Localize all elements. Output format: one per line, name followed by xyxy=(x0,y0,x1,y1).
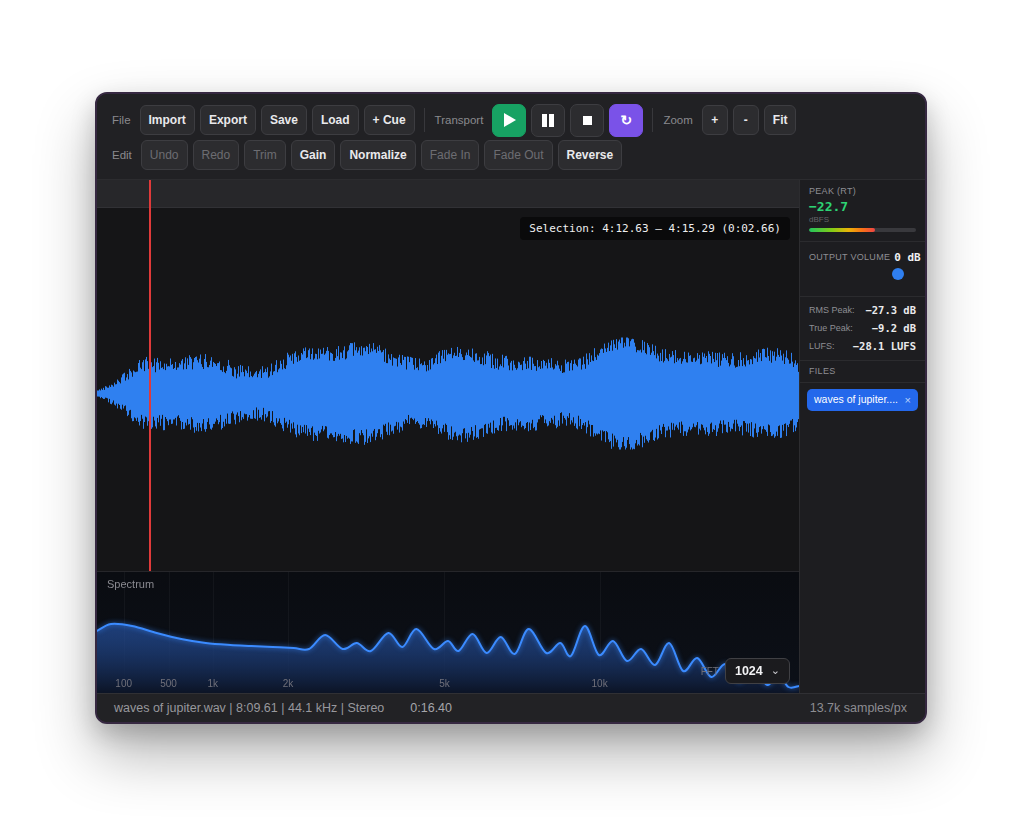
rms-peak-value: −27.3 dB xyxy=(865,305,916,317)
toolbar-row-file: File Import Export Save Load + Cue Trans… xyxy=(111,104,911,136)
editor-column: Selection: 4:12.63 – 4:15.29 (0:02.66) S… xyxy=(97,180,799,693)
peak-value: −22.7 xyxy=(809,200,916,214)
timeline-ruler[interactable] xyxy=(97,180,799,208)
undo-button[interactable]: Undo xyxy=(141,140,188,170)
gain-button[interactable]: Gain xyxy=(291,140,336,170)
status-bar: waves of jupiter.wav | 8:09.61 | 44.1 kH… xyxy=(97,693,925,722)
save-button[interactable]: Save xyxy=(261,105,307,135)
normalize-button[interactable]: Normalize xyxy=(340,140,415,170)
fft-size-value: 1024 xyxy=(735,664,763,678)
peak-meter-track xyxy=(809,228,916,232)
output-volume-section: OUTPUT VOLUME 0 dB xyxy=(800,242,925,297)
main-content: Selection: 4:12.63 – 4:15.29 (0:02.66) S… xyxy=(97,180,925,693)
fade-out-button[interactable]: Fade Out xyxy=(484,140,552,170)
loop-button[interactable]: ↻ xyxy=(609,104,643,137)
playback-time: 0:16.40 xyxy=(410,701,452,715)
samples-per-px: 13.7k samples/px xyxy=(810,701,907,715)
freq-tick-10k: 10k xyxy=(592,678,608,689)
output-volume-value: 0 dB xyxy=(894,252,921,264)
close-icon[interactable]: × xyxy=(905,394,911,406)
fade-in-button[interactable]: Fade In xyxy=(421,140,480,170)
divider xyxy=(424,108,425,132)
toolbar-row-edit: Edit Undo Redo Trim Gain Normalize Fade … xyxy=(111,139,911,171)
file-info-text: waves of jupiter.wav | 8:09.61 | 44.1 kH… xyxy=(114,701,384,715)
file-group-label: File xyxy=(112,114,131,126)
volume-slider-thumb[interactable] xyxy=(892,268,904,280)
zoom-fit-button[interactable]: Fit xyxy=(764,105,797,135)
file-item[interactable]: waves of jupiter.... × xyxy=(807,389,918,411)
chevron-down-icon: ⌄ xyxy=(771,668,780,674)
output-volume-label: OUTPUT VOLUME xyxy=(809,253,890,263)
playhead-cursor[interactable] xyxy=(149,180,151,571)
pause-icon xyxy=(542,114,554,127)
freq-tick-1k: 1k xyxy=(208,678,219,689)
peak-meter-fill xyxy=(809,228,875,232)
zoom-out-button[interactable]: - xyxy=(733,105,759,135)
rms-peak-label: RMS Peak: xyxy=(809,306,855,316)
stats-section: RMS Peak: −27.3 dB True Peak: −9.2 dB LU… xyxy=(800,297,925,361)
zoom-group-label: Zoom xyxy=(663,114,692,126)
loop-icon: ↻ xyxy=(621,112,633,128)
peak-label: PEAK (RT) xyxy=(809,187,916,197)
files-list: waves of jupiter.... × xyxy=(800,383,925,417)
spectrum-canvas xyxy=(97,572,799,693)
reverse-button[interactable]: Reverse xyxy=(558,140,623,170)
add-cue-button[interactable]: + Cue xyxy=(364,105,415,135)
lufs-value: −28.1 LUFS xyxy=(853,341,916,353)
redo-button[interactable]: Redo xyxy=(193,140,240,170)
files-header-section: FILES xyxy=(800,361,925,383)
zoom-in-button[interactable]: + xyxy=(702,105,728,135)
freq-tick-500: 500 xyxy=(160,678,177,689)
files-header: FILES xyxy=(809,367,916,377)
fft-size-dropdown[interactable]: 1024 ⌄ xyxy=(725,658,790,684)
peak-unit: dBFS xyxy=(809,216,916,225)
sidebar: PEAK (RT) −22.7 dBFS OUTPUT VOLUME 0 dB … xyxy=(799,180,925,693)
peak-meter-section: PEAK (RT) −22.7 dBFS xyxy=(800,180,925,242)
toolbar: File Import Export Save Load + Cue Trans… xyxy=(97,94,925,180)
waveform-panel[interactable]: Selection: 4:12.63 – 4:15.29 (0:02.66) xyxy=(97,180,799,571)
fft-label: FFT xyxy=(701,666,719,677)
freq-tick-2k: 2k xyxy=(283,678,294,689)
import-button[interactable]: Import xyxy=(140,105,195,135)
freq-tick-5k: 5k xyxy=(439,678,450,689)
app-window: File Import Export Save Load + Cue Trans… xyxy=(95,92,927,724)
export-button[interactable]: Export xyxy=(200,105,256,135)
true-peak-label: True Peak: xyxy=(809,324,853,334)
spectrum-panel: Spectrum 100 500 1k 2k 5k 10k FFT 1024 ⌄ xyxy=(97,571,799,693)
freq-tick-100: 100 xyxy=(115,678,132,689)
file-item-name: waves of jupiter.... xyxy=(814,394,901,406)
trim-button[interactable]: Trim xyxy=(244,140,286,170)
true-peak-value: −9.2 dB xyxy=(872,323,916,335)
lufs-label: LUFS: xyxy=(809,342,835,352)
fft-control: FFT 1024 ⌄ xyxy=(701,658,790,684)
edit-group-label: Edit xyxy=(112,149,132,161)
play-button[interactable] xyxy=(492,104,526,137)
waveform-canvas[interactable] xyxy=(97,208,799,571)
waveform-area[interactable] xyxy=(97,208,799,571)
stop-icon xyxy=(583,116,592,125)
play-icon xyxy=(504,113,516,127)
divider xyxy=(652,108,653,132)
transport-group-label: Transport xyxy=(435,114,484,126)
stop-button[interactable] xyxy=(570,104,604,137)
pause-button[interactable] xyxy=(531,104,565,137)
selection-info: Selection: 4:12.63 – 4:15.29 (0:02.66) xyxy=(520,217,790,240)
spectrum-title: Spectrum xyxy=(107,578,154,590)
load-button[interactable]: Load xyxy=(312,105,359,135)
